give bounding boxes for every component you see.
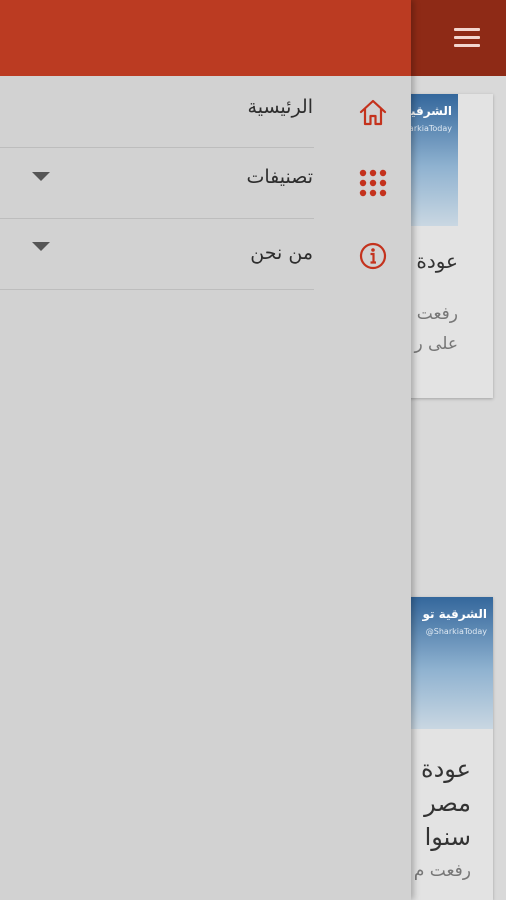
chevron-down-icon[interactable] <box>32 242 50 251</box>
hamburger-menu-icon[interactable] <box>454 28 480 48</box>
drawer-item-home[interactable]: الرئيسية <box>0 78 411 148</box>
divider <box>0 218 314 219</box>
drawer-header <box>0 0 411 76</box>
news-card-excerpt: رفعت <box>416 304 458 324</box>
news-card-title: عودة <box>416 249 458 273</box>
news-card-title: سنوا <box>424 823 471 851</box>
drawer-item-about[interactable]: من نحن <box>0 220 411 290</box>
drawer-item-label: تصنيفات <box>246 166 313 188</box>
drawer-item-label: من نحن <box>250 242 313 264</box>
news-card-excerpt: رفعت م <box>413 861 471 881</box>
drawer-item-categories[interactable]: تصنيفات <box>0 148 411 218</box>
navigation-drawer: الرئيسية تصنيفات من نحن <box>0 0 411 900</box>
news-card-title: عودة <box>421 755 471 783</box>
thumbnail-handle: @SharkiaToday <box>425 627 487 636</box>
info-icon <box>359 242 387 270</box>
news-card-title: مصر <box>424 789 471 817</box>
drawer-item-label: الرئيسية <box>247 96 313 118</box>
grid-icon <box>359 169 387 197</box>
home-icon <box>359 99 387 126</box>
divider <box>0 289 314 290</box>
thumbnail-brand: الشرقية تو <box>422 607 487 621</box>
news-card-excerpt: على ر <box>414 334 458 354</box>
chevron-down-icon[interactable] <box>32 172 50 181</box>
